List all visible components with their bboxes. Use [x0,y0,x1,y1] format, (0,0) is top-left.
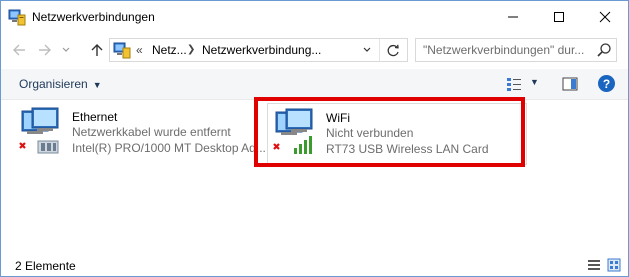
status-bar: 2 Elemente [1,253,628,276]
forward-button[interactable] [34,39,56,61]
command-bar: Organisieren ▼ ▼ ? [1,69,628,100]
address-overflow-chevrons[interactable]: « [136,43,143,57]
breadcrumb-netz[interactable]: Netz... [152,43,187,57]
network-connections-icon [8,9,26,26]
up-button[interactable] [86,39,108,61]
breadcrumb-netzwerkverbindungen[interactable]: Netzwerkverbindung... [202,43,321,57]
close-button[interactable] [582,1,628,32]
item-device: Intel(R) PRO/1000 MT Desktop Ad... [72,141,266,155]
recent-locations-button[interactable] [59,39,73,61]
view-options-chevron-icon[interactable]: ▼ [530,77,539,87]
back-button[interactable] [8,39,30,61]
arrow-left-icon [13,44,25,56]
change-view-icon[interactable] [506,76,522,92]
large-icons-view-icon[interactable] [607,258,621,272]
details-view-icon[interactable] [587,258,601,272]
chevron-down-icon [62,47,70,52]
highlight-box [254,97,525,167]
search-box[interactable]: "Netzwerkverbindungen" dur... [415,38,617,62]
arrow-right-icon [39,44,51,56]
refresh-icon [387,44,399,56]
address-history-button[interactable] [356,39,378,61]
explorer-window: Netzwerkverbindungen « Netz... ❯ Netzwer… [0,0,629,277]
chevron-down-icon [363,47,371,52]
item-status: Netzwerkkabel wurde entfernt [72,125,231,139]
window-title: Netzwerkverbindungen [32,10,155,24]
maximize-button[interactable] [536,1,582,32]
help-button[interactable]: ? [598,75,615,92]
search-input[interactable]: "Netzwerkverbindungen" dur... [423,43,584,57]
breadcrumb-separator-icon[interactable]: ❯ [187,44,195,55]
organize-button[interactable]: Organisieren ▼ [19,77,102,91]
arrow-up-icon [91,44,103,56]
item-name: Ethernet [72,110,118,124]
chevron-down-icon: ▼ [92,80,102,90]
minimize-button[interactable] [490,1,536,32]
navigation-bar: « Netz... ❯ Netzwerkverbindung... "Netzw… [1,35,628,65]
maximize-icon [554,11,564,22]
organize-label: Organisieren [19,77,88,91]
refresh-button[interactable] [379,39,406,61]
network-connections-icon [113,42,131,59]
search-icon[interactable] [596,42,612,58]
minimize-icon [508,16,518,17]
ethernet-adapter-icon [19,107,59,154]
title-bar: Netzwerkverbindungen [1,1,628,32]
preview-pane-icon[interactable] [562,76,578,92]
list-item-ethernet[interactable]: Ethernet Netzwerkkabel wurde entfernt In… [14,103,272,163]
address-bar[interactable]: « Netz... ❯ Netzwerkverbindung... [109,38,408,62]
item-count: 2 Elemente [15,259,76,273]
close-icon [599,11,611,22]
